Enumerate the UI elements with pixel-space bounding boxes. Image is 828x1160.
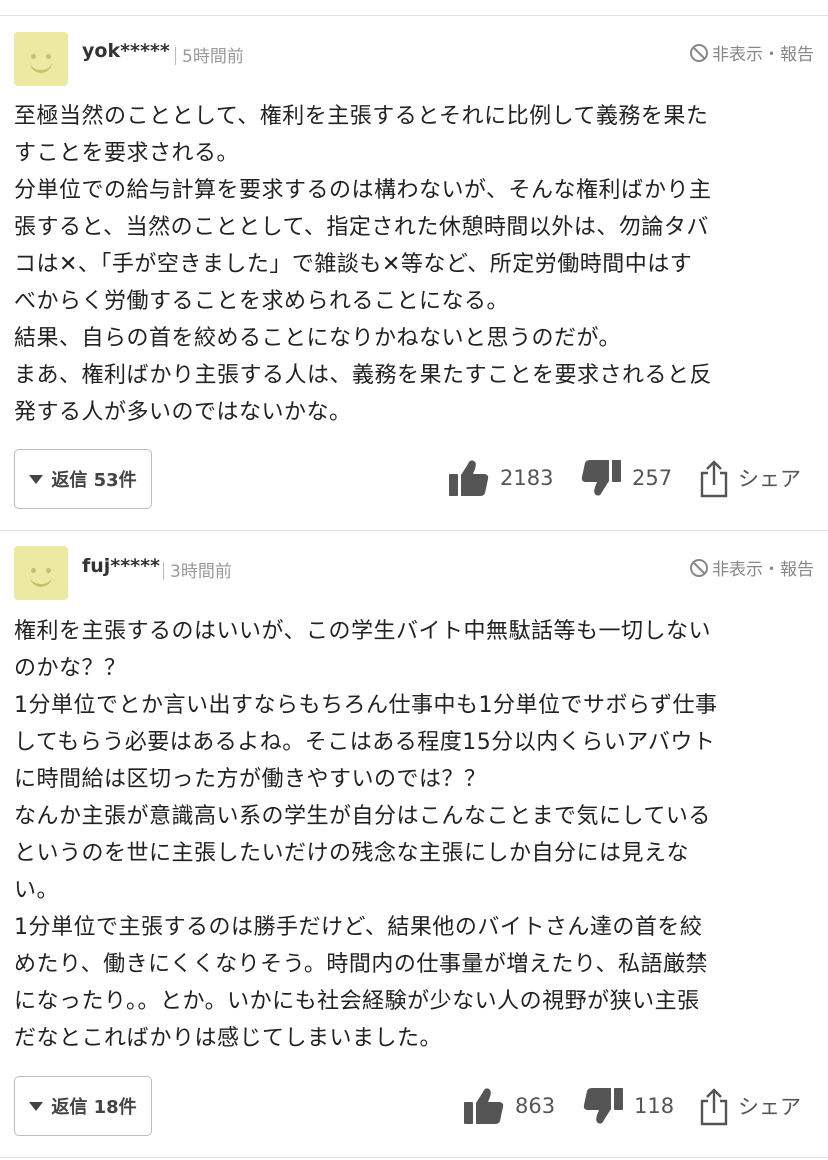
thumbs-up-icon [449,460,489,496]
hide-report-label: 非表示・報告 [712,560,814,580]
timestamp: 5時間前 [175,42,244,67]
replies-label: 返信 18件 [51,1097,137,1118]
hide-report-link[interactable]: 非表示・報告 [689,40,814,65]
comment-line: まあ、権利ばかり主張する人は、義務を果たすことを要求されると反 [14,363,712,388]
dislike-count: 257 [632,466,673,490]
comment-line: だなとこればかりは感じてしまいました。 [14,1026,442,1051]
thumbs-down-icon [581,460,621,496]
share-label: シェア [738,467,801,491]
comment-line: い。 [14,878,60,903]
comment-line: 至極当然のこととして、権利を主張するとそれに比例して義務を果た [14,104,709,129]
replies-button[interactable]: 返信 53件 [14,449,152,509]
like-button[interactable]: 2183 [448,458,553,498]
thumbs-up-icon [464,1088,504,1124]
thumbs-down-icon [583,1088,623,1124]
comment-body: 至極当然のこととして、権利を主張するとそれに比例して義務を果た すことを要求され… [14,98,814,431]
comment-line: 結果、自らの首を絞めることになりかねないと思うのだが。 [14,326,622,351]
replies-button[interactable]: 返信 18件 [14,1076,152,1136]
like-count: 2183 [500,466,554,490]
hide-icon [690,43,708,62]
top-divider [0,15,828,16]
hide-report-label: 非表示・報告 [712,45,814,65]
bottom-divider [0,1157,828,1158]
username[interactable]: fuj***** [82,555,160,577]
hide-report-link[interactable]: 非表示・報告 [689,555,814,580]
username[interactable]: yok***** [82,40,170,62]
comment-line: コは✕、「手が空きました」で雑談も✕等など、所定労働時間中はす [14,252,693,277]
comment-line: に時間給は区切った方が働きやすいのでは？？ [14,767,487,792]
caret-down-icon [29,474,44,484]
comment-line: してもらう必要はあるよね。そこはある程度15分以内くらいアバウト [14,730,716,755]
comment-line: のかな？？ [14,656,127,681]
share-icon [700,460,728,498]
share-icon [700,1088,728,1126]
comment-line: すことを要求される。 [14,141,240,166]
comment-line: 1分単位でとか言い出すならもちろん仕事中も1分単位でサボらず仕事 [14,693,718,718]
share-button[interactable]: シェア [700,1086,801,1126]
caret-down-icon [29,1101,44,1111]
comment-line: というのを世に主張したいだけの残念な主張にしか自分には見えな [14,841,690,866]
comment-line: 発する人が多いのではないかな。 [14,400,352,425]
dislike-count: 118 [634,1094,675,1118]
dislike-button[interactable]: 257 [580,458,672,498]
comment-body: 権利を主張するのはいいが、この学生バイト中無駄話等も一切しない のかな？？ 1分… [14,613,814,1057]
comment-line: 権利を主張するのはいいが、この学生バイト中無駄話等も一切しない [14,619,712,644]
comment-line: になったり。。とか。いかにも社会経験が少ない人の視野が狭い主張 [14,989,700,1014]
avatar[interactable] [14,32,68,86]
comment-line: 分単位での給与計算を要求するのは構わないが、そんな権利ばかり主 [14,178,712,203]
replies-label: 返信 53件 [51,470,137,491]
share-button[interactable]: シェア [700,458,801,498]
dislike-button[interactable]: 118 [582,1086,674,1126]
comment-line: なんか主張が意識高い系の学生が自分はこんなことまで気にしている [14,804,711,829]
share-label: シェア [738,1095,801,1119]
comment-divider [0,530,828,531]
comment-line: 1分単位で主張するのは勝手だけど、結果他のバイトさん達の首を絞 [14,915,703,940]
like-button[interactable]: 863 [463,1086,555,1126]
like-count: 863 [515,1094,556,1118]
timestamp: 3時間前 [163,557,232,582]
comment-line: 張すると、当然のこととして、指定された休憩時間以外は、勿論タバ [14,215,709,240]
comment-line: べからく労働することを求められることになる。 [14,289,510,314]
avatar[interactable] [14,546,68,600]
hide-icon [690,558,708,577]
comment-line: めたり、働きにくくなりそう。時間内の仕事量が増えたり、私語厳禁 [14,952,708,977]
